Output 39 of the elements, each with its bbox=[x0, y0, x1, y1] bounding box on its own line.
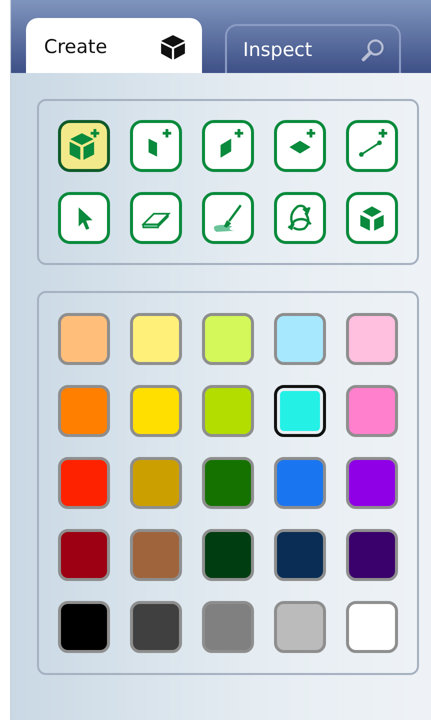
rotate-tool-button[interactable] bbox=[274, 192, 326, 244]
paint-tool-button[interactable] bbox=[202, 192, 254, 244]
color-swatch[interactable] bbox=[346, 457, 398, 509]
color-swatch[interactable] bbox=[202, 601, 254, 653]
color-swatch[interactable] bbox=[274, 529, 326, 581]
color-swatch[interactable] bbox=[58, 601, 110, 653]
color-swatch[interactable] bbox=[274, 313, 326, 365]
color-swatch[interactable] bbox=[130, 313, 182, 365]
shape-plus-icon bbox=[67, 129, 101, 163]
search-icon bbox=[361, 38, 385, 62]
color-swatch[interactable] bbox=[58, 385, 110, 437]
color-swatch[interactable] bbox=[58, 529, 110, 581]
color-swatch[interactable] bbox=[202, 385, 254, 437]
color-swatch[interactable] bbox=[202, 313, 254, 365]
color-swatch[interactable] bbox=[130, 457, 182, 509]
color-swatch[interactable] bbox=[202, 529, 254, 581]
box-tool-button[interactable] bbox=[346, 192, 398, 244]
solid-tool-button[interactable] bbox=[58, 120, 110, 172]
eraser-tool-button[interactable] bbox=[130, 192, 182, 244]
color-swatch[interactable] bbox=[274, 457, 326, 509]
floor-tool-button[interactable] bbox=[274, 120, 326, 172]
color-swatch[interactable] bbox=[274, 385, 326, 437]
cube-icon bbox=[160, 34, 186, 60]
color-swatch[interactable] bbox=[130, 385, 182, 437]
color-swatch[interactable] bbox=[346, 385, 398, 437]
color-swatch[interactable] bbox=[58, 457, 110, 509]
pointer-tool-button[interactable] bbox=[58, 192, 110, 244]
color-swatch[interactable] bbox=[202, 457, 254, 509]
color-swatch[interactable] bbox=[346, 601, 398, 653]
edge-tool-button[interactable] bbox=[346, 120, 398, 172]
color-swatch[interactable] bbox=[346, 313, 398, 365]
color-swatch[interactable] bbox=[58, 313, 110, 365]
color-swatch[interactable] bbox=[130, 601, 182, 653]
color-swatch[interactable] bbox=[346, 529, 398, 581]
slope-tool-button[interactable] bbox=[202, 120, 254, 172]
wall-tool-button[interactable] bbox=[130, 120, 182, 172]
color-swatch[interactable] bbox=[274, 601, 326, 653]
color-swatch[interactable] bbox=[130, 529, 182, 581]
tab[interactable]: Create bbox=[26, 18, 202, 73]
